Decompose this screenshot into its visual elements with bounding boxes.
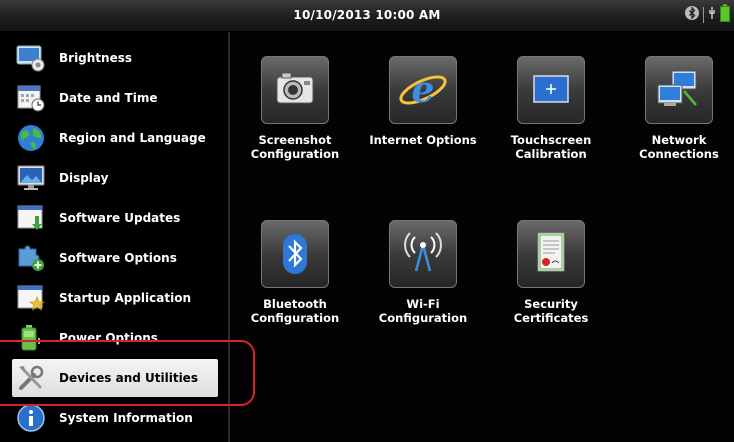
- tile-label-line1: Internet Options: [369, 133, 477, 147]
- info-icon: [16, 403, 46, 433]
- tile-wifi-configuration[interactable]: Wi-Fi Configuration: [368, 220, 478, 325]
- internet-explorer-icon: e: [389, 56, 457, 124]
- sidebar-item-label: Region and Language: [59, 131, 206, 145]
- svg-text:e: e: [412, 69, 435, 111]
- sidebar-item-label: Software Options: [59, 251, 177, 265]
- status-datetime: 10/10/2013 10:00 AM: [293, 8, 441, 22]
- tile-label-line2: Certificates: [513, 311, 589, 325]
- tile-label-line1: Wi-Fi: [406, 297, 440, 311]
- tile-label-line2: Configuration: [250, 311, 340, 325]
- network-computers-icon: [645, 56, 713, 124]
- tile-label-line2: Configuration: [378, 311, 468, 325]
- sidebar-item-label: System Information: [59, 411, 193, 425]
- tile-internet-options[interactable]: e Internet Options: [368, 56, 478, 147]
- globe-icon: [16, 123, 46, 153]
- battery-icon[interactable]: [720, 4, 730, 26]
- status-bar: 10/10/2013 10:00 AM: [0, 0, 734, 32]
- sidebar-item-label: Startup Application: [59, 291, 191, 305]
- bluetooth-icon: [261, 220, 329, 288]
- utilities-grid: Screenshot Configuration e Internet Opti…: [230, 32, 734, 442]
- tile-screenshot-configuration[interactable]: Screenshot Configuration: [240, 56, 350, 161]
- sidebar-item-date-and-time[interactable]: Date and Time: [12, 79, 218, 117]
- tile-label-line2: Calibration: [515, 147, 587, 161]
- sidebar-item-display[interactable]: Display: [12, 159, 218, 197]
- tile-label-line1: Security: [524, 297, 578, 311]
- wifi-antenna-icon: [389, 220, 457, 288]
- tile-bluetooth-configuration[interactable]: Bluetooth Configuration: [240, 220, 350, 325]
- puzzle-add-icon: [16, 243, 46, 273]
- tile-label-line1: Bluetooth: [263, 297, 327, 311]
- power-plug-icon: [708, 5, 716, 25]
- certificate-icon: [517, 220, 585, 288]
- sidebar-item-label: Date and Time: [59, 91, 158, 105]
- bluetooth-icon[interactable]: [685, 5, 699, 25]
- status-icons: [685, 4, 730, 26]
- tile-network-connections[interactable]: Network Connections: [624, 56, 734, 161]
- tile-label-line1: Touchscreen: [510, 133, 592, 147]
- sidebar-item-software-options[interactable]: Software Options: [12, 239, 218, 277]
- calendar-clock-icon: [16, 83, 46, 113]
- device-screen: 10/10/2013 10:00 AM Brightness Date and …: [0, 0, 734, 442]
- tile-label-line2: Configuration: [250, 147, 340, 161]
- tile-label-line1: Screenshot: [258, 133, 332, 147]
- sidebar-item-software-updates[interactable]: Software Updates: [12, 199, 218, 237]
- software-update-icon: [16, 203, 46, 233]
- tile-security-certificates[interactable]: Security Certificates: [496, 220, 606, 325]
- sidebar-item-region-and-language[interactable]: Region and Language: [12, 119, 218, 157]
- sidebar-item-label: Brightness: [59, 51, 133, 65]
- tile-label-line2: Connections: [639, 147, 719, 161]
- status-separator: [703, 7, 704, 23]
- startup-window-star-icon: [16, 283, 46, 313]
- tile-touchscreen-calibration[interactable]: Touchscreen Calibration: [496, 56, 606, 161]
- brightness-icon: [16, 43, 46, 73]
- sidebar-item-label: Software Updates: [59, 211, 181, 225]
- sidebar-item-brightness[interactable]: Brightness: [12, 39, 218, 77]
- highlight-callout: [0, 340, 255, 406]
- monitor-icon: [16, 163, 46, 193]
- touchscreen-crosshair-icon: [517, 56, 585, 124]
- sidebar-item-startup-application[interactable]: Startup Application: [12, 279, 218, 317]
- sidebar-item-label: Display: [59, 171, 109, 185]
- tile-label-line1: Network: [651, 133, 707, 147]
- camera-icon: [261, 56, 329, 124]
